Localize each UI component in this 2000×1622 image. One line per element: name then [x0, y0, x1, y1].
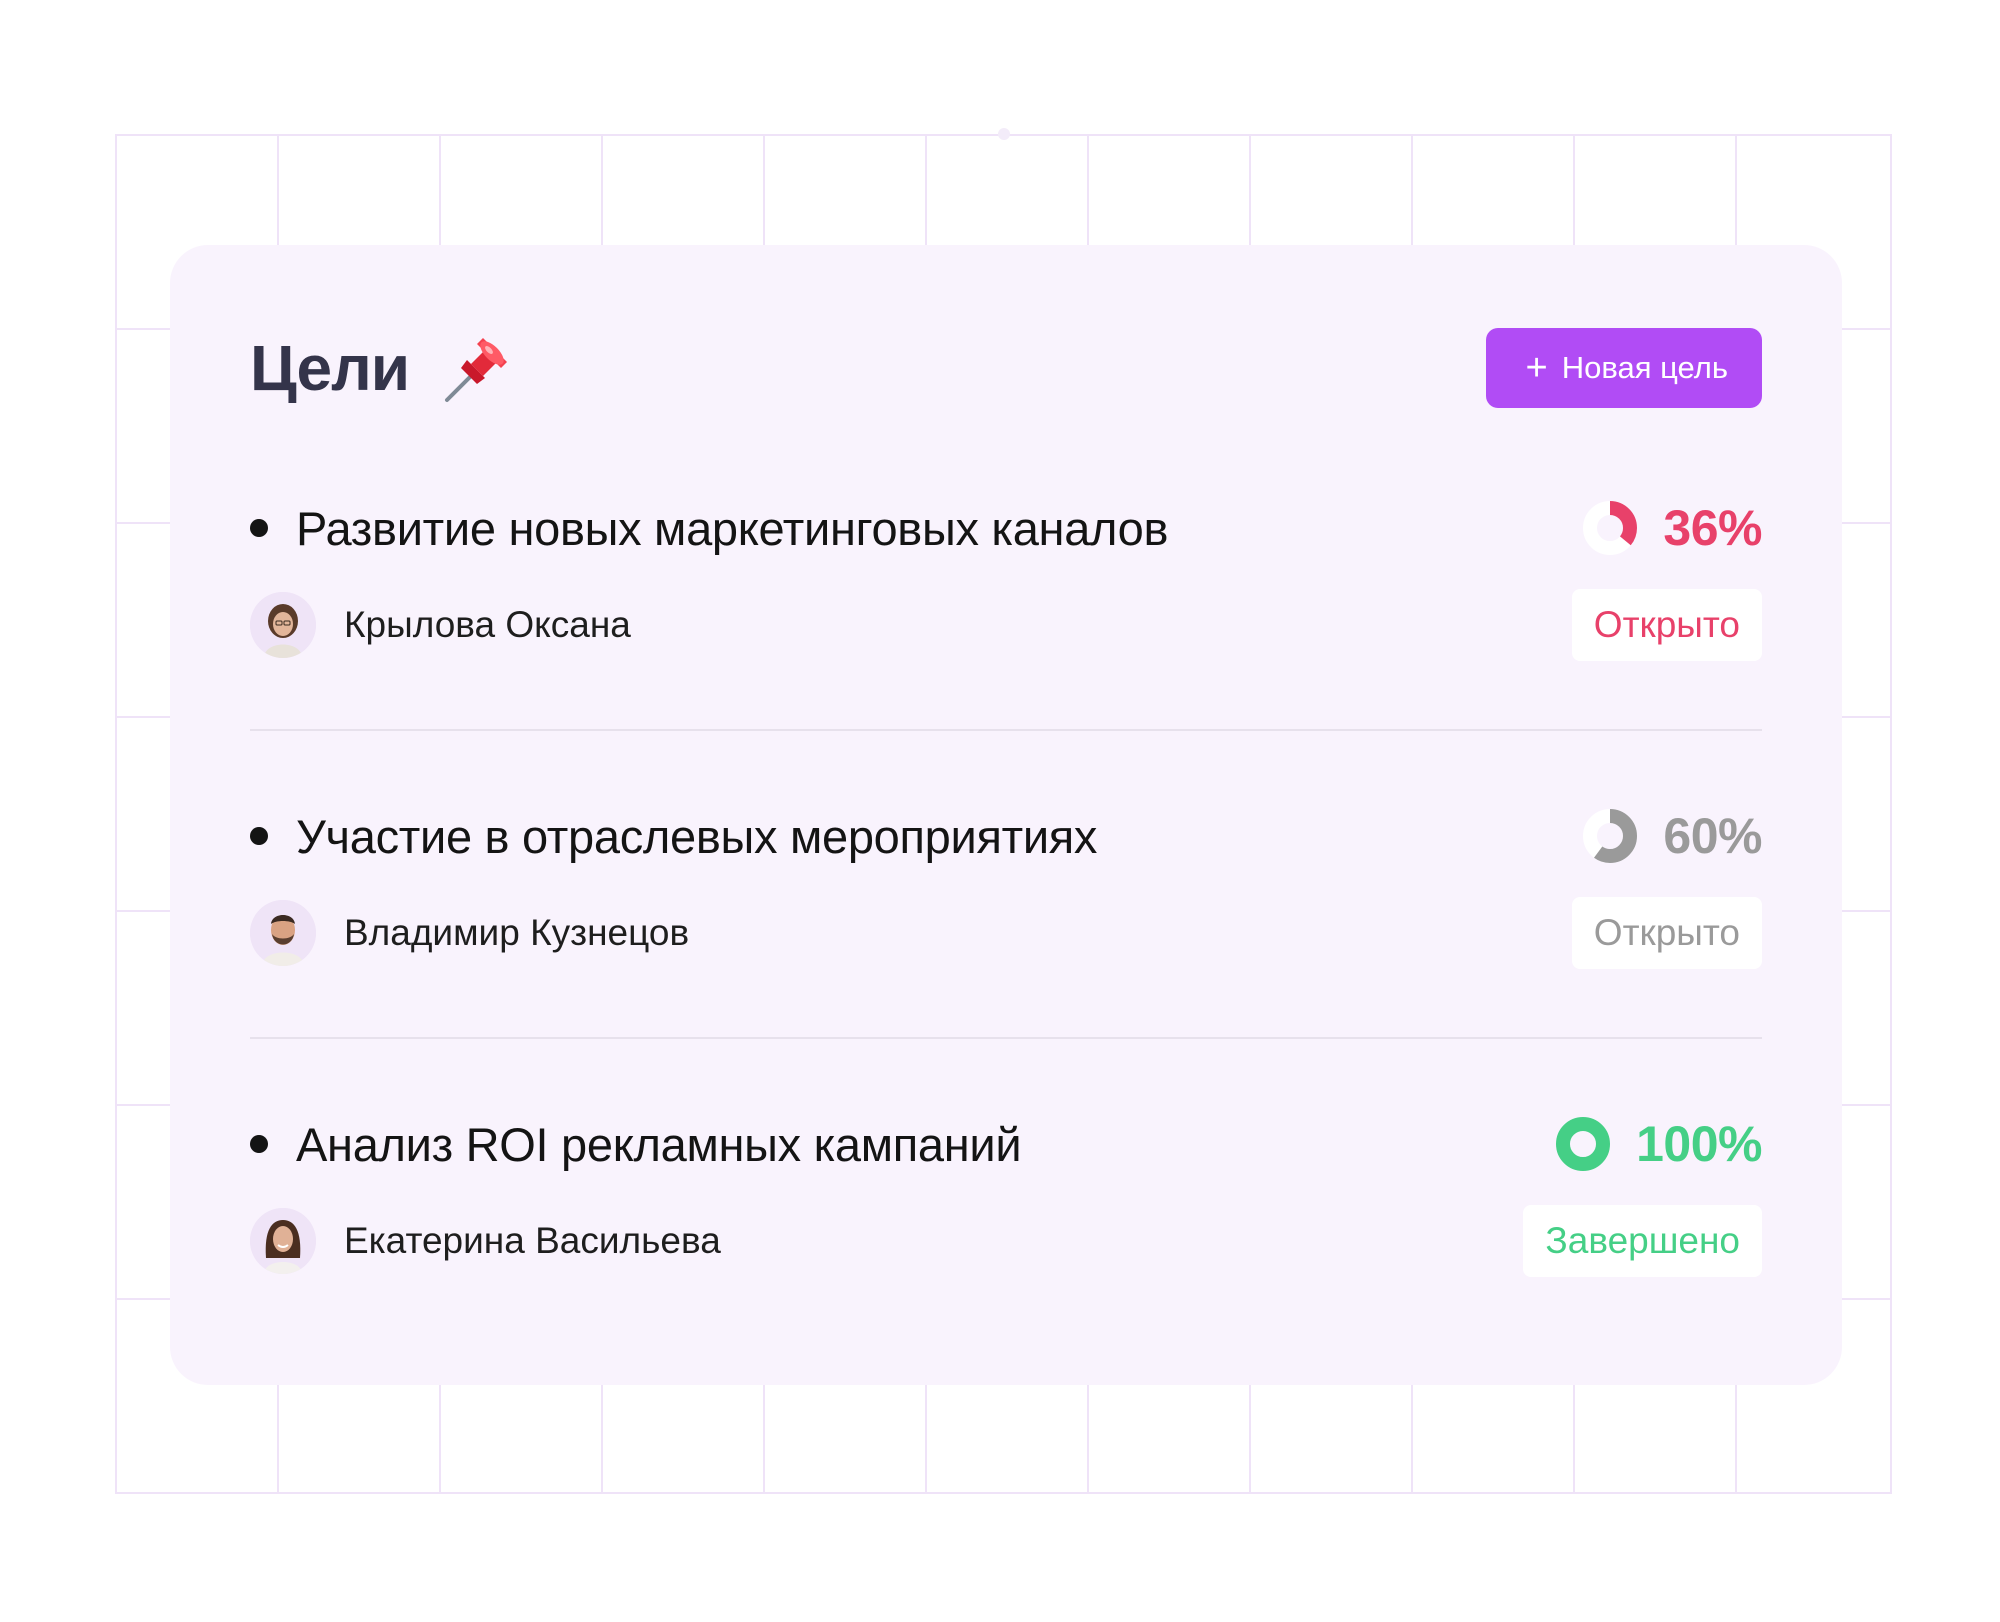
- goal-item[interactable]: Участие в отраслевых мероприятиях 60% Вл…: [250, 801, 1762, 1051]
- goal-title-group: Анализ ROI рекламных кампаний: [250, 1117, 1022, 1172]
- progress-percent: 36%: [1663, 500, 1762, 556]
- divider: [250, 729, 1762, 731]
- bullet-icon: [250, 827, 268, 845]
- avatar: [250, 592, 316, 658]
- owner-name: Екатерина Васильева: [344, 1220, 721, 1261]
- goal-item[interactable]: Развитие новых маркетинговых каналов 36%: [250, 493, 1762, 743]
- owner-name: Владимир Кузнецов: [344, 912, 690, 953]
- goal-meta: Крылова Оксана Открыто: [250, 589, 1762, 661]
- divider: [250, 1037, 1762, 1039]
- avatar: [250, 1208, 316, 1274]
- title-group: Цели: [250, 328, 517, 408]
- page-title: Цели: [250, 332, 410, 404]
- goal-meta: Владимир Кузнецов Открыто: [250, 897, 1762, 969]
- goal-title: Участие в отраслевых мероприятиях: [296, 809, 1098, 863]
- goal-row: Анализ ROI рекламных кампаний 100%: [250, 1109, 1762, 1179]
- progress-ring-icon: [1583, 809, 1638, 863]
- goal-progress: 60%: [1583, 807, 1762, 865]
- goal-title-group: Развитие новых маркетинговых каналов: [250, 501, 1169, 556]
- goal-title: Анализ ROI рекламных кампаний: [296, 1117, 1022, 1171]
- new-goal-label: Новая цель: [1561, 350, 1728, 385]
- goal-item[interactable]: Анализ ROI рекламных кампаний 100% Екате…: [250, 1109, 1762, 1359]
- pushpin-icon: [445, 338, 508, 402]
- owner-name: Крылова Оксана: [344, 604, 631, 645]
- goal-row: Развитие новых маркетинговых каналов 36%: [250, 493, 1762, 563]
- grid-dot: [998, 128, 1010, 140]
- status-badge[interactable]: Открыто: [1571, 897, 1762, 969]
- status-badge[interactable]: Завершено: [1523, 1205, 1762, 1277]
- goal-owner[interactable]: Екатерина Васильева: [250, 1208, 721, 1274]
- goal-title-group: Участие в отраслевых мероприятиях: [250, 809, 1097, 864]
- progress-ring-icon: [1556, 1117, 1611, 1171]
- goal-title: Развитие новых маркетинговых каналов: [296, 501, 1169, 555]
- avatar: [250, 900, 316, 966]
- goal-owner[interactable]: Крылова Оксана: [250, 592, 631, 658]
- status-badge[interactable]: Открыто: [1571, 589, 1762, 661]
- progress-percent: 60%: [1663, 808, 1762, 864]
- goals-card: Цели + Новая цель Развитие новых маркети…: [170, 245, 1842, 1385]
- goal-owner[interactable]: Владимир Кузнецов: [250, 900, 689, 966]
- card-header: Цели + Новая цель: [250, 327, 1762, 409]
- plus-icon: +: [1525, 347, 1548, 389]
- goal-progress: 36%: [1583, 499, 1762, 557]
- progress-percent: 100%: [1636, 1116, 1762, 1172]
- bullet-icon: [250, 519, 268, 537]
- goal-row: Участие в отраслевых мероприятиях 60%: [250, 801, 1762, 871]
- new-goal-button[interactable]: + Новая цель: [1485, 328, 1762, 408]
- progress-ring-icon: [1583, 501, 1638, 555]
- goal-meta: Екатерина Васильева Завершено: [250, 1205, 1762, 1277]
- bullet-icon: [250, 1135, 268, 1153]
- goal-progress: 100%: [1556, 1115, 1762, 1173]
